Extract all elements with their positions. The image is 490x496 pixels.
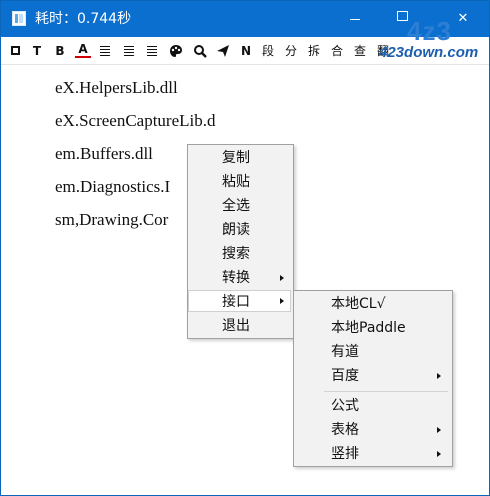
submenu-item-baidu[interactable]: 百度 (296, 365, 450, 387)
lookup-button[interactable]: 查 (352, 43, 368, 59)
menu-item-exit[interactable]: 退出 (190, 315, 291, 337)
app-icon (12, 11, 26, 26)
menu-item-interface[interactable]: 接口 (188, 290, 291, 312)
submenu-item-local-cl[interactable]: 本地CL√ (296, 293, 450, 315)
menu-item-select-all[interactable]: 全选 (190, 195, 291, 217)
menu-item-copy[interactable]: 复制 (190, 147, 291, 169)
submenu-item-formula[interactable]: 公式 (296, 395, 450, 417)
align-right-icon[interactable] (144, 43, 160, 59)
menu-item-read-aloud[interactable]: 朗读 (190, 219, 291, 241)
minimize-icon[interactable] (345, 9, 365, 29)
site-watermark: 4z3 423down.com (367, 18, 485, 66)
search-icon[interactable] (192, 43, 208, 59)
window-title: 耗时：0.744秒 (35, 11, 132, 27)
submenu-item-table[interactable]: 表格 (296, 419, 450, 441)
text-icon[interactable]: T (29, 43, 45, 59)
menu-item-paste[interactable]: 粘贴 (190, 171, 291, 193)
submenu-item-vertical[interactable]: 竖排 (296, 443, 450, 465)
menu-item-convert[interactable]: 转换 (190, 267, 291, 289)
context-menu: 复制 粘贴 全选 朗读 搜索 转换 接口 退出 (187, 144, 294, 339)
merge-button[interactable]: 合 (329, 43, 345, 59)
menu-item-search[interactable]: 搜索 (190, 243, 291, 265)
text-line: em.Buffers.dll (55, 144, 153, 163)
break-button[interactable]: 拆 (306, 43, 322, 59)
interface-submenu: 本地CL√ 本地Paddle 有道 百度 公式 表格 竖排 (293, 290, 453, 467)
paragraph-button[interactable]: 段 (260, 43, 276, 59)
submenu-arrow-icon (280, 275, 284, 281)
menu-separator (324, 391, 448, 392)
watermark-logo: 4z3 (407, 16, 452, 46)
n-icon[interactable]: N (238, 43, 254, 59)
align-left-icon[interactable] (97, 43, 113, 59)
split-button[interactable]: 分 (283, 43, 299, 59)
submenu-arrow-icon (280, 298, 284, 304)
send-icon[interactable] (215, 43, 231, 59)
submenu-arrow-icon (437, 373, 441, 379)
submenu-item-youdao[interactable]: 有道 (296, 341, 450, 363)
text-line: eX.HelpersLib.dll (55, 78, 178, 97)
submenu-arrow-icon (437, 451, 441, 457)
submenu-item-local-paddle[interactable]: 本地Paddle (296, 317, 450, 339)
align-justify-icon[interactable] (121, 43, 137, 59)
watermark-url: 423down.com (379, 44, 479, 61)
bold-icon[interactable]: B (52, 43, 68, 59)
text-line: eX.ScreenCaptureLib.d (55, 111, 216, 130)
palette-icon[interactable] (168, 43, 184, 59)
text-line: em.Diagnostics.I (55, 177, 171, 196)
submenu-arrow-icon (437, 427, 441, 433)
frame-icon[interactable] (7, 43, 23, 59)
font-color-icon[interactable]: A (75, 43, 91, 58)
app-window: 耗时：0.744秒 ✕ T B A N 段 分 拆 合 查 翻 4z3 423d… (0, 0, 490, 496)
text-line: sm,Drawing.Cor (55, 210, 169, 229)
